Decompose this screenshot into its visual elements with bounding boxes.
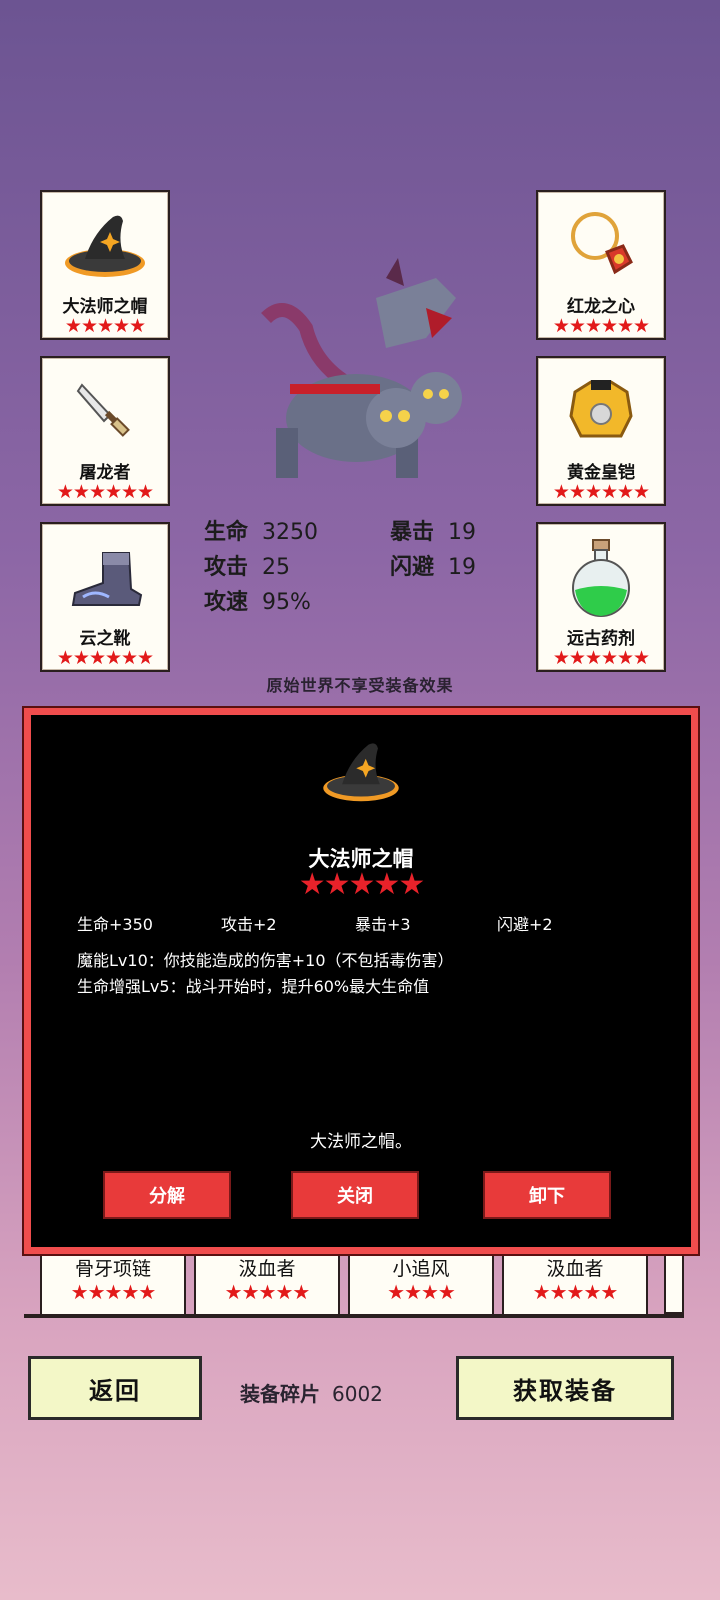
skill-line: 生命增强Lv5：战斗开始时，提升60%最大生命值	[77, 977, 430, 996]
list-item[interactable]: 汲血者 ★★★★★	[194, 1254, 340, 1316]
list-item[interactable]: 骨牙项链 ★★★★★	[40, 1254, 186, 1316]
stat-value: 25	[262, 555, 291, 580]
item-stars: ★★★★★	[298, 867, 425, 902]
equip-slot-weapon[interactable]: 屠龙者 ★★★★★★	[40, 356, 170, 506]
equip-stars: ★★★★★	[64, 315, 146, 337]
equip-name: 远古药剂	[567, 629, 635, 649]
equip-stars: ★★★★★★	[56, 481, 154, 503]
equip-stars: ★★★★★★	[56, 647, 154, 669]
dagger-icon	[42, 370, 168, 454]
list-item-stars: ★★★★★	[224, 1280, 311, 1304]
stat-aspd: 攻速 95%	[204, 584, 311, 616]
equip-name: 黄金皇铠	[567, 463, 635, 483]
stat-value: 3250	[262, 520, 319, 545]
bonus-dodge: 闪避+2	[497, 915, 553, 934]
item-description: 大法师之帽。	[310, 1132, 412, 1152]
stat-dodge: 闪避 19	[390, 549, 476, 581]
shards-value: 6002	[332, 1382, 383, 1406]
potion-icon	[538, 536, 664, 620]
stat-label: 闪避	[390, 555, 435, 580]
stat-value: 95%	[262, 590, 311, 615]
unequip-button[interactable]: 卸下	[483, 1171, 611, 1219]
equip-name: 大法师之帽	[62, 297, 148, 317]
equip-slot-hat[interactable]: 大法师之帽 ★★★★★	[40, 190, 170, 340]
stat-value: 19	[448, 520, 477, 545]
back-button[interactable]: 返回	[28, 1356, 202, 1420]
equip-slot-potion[interactable]: 远古药剂 ★★★★★★	[536, 522, 666, 672]
wizard-hat-icon	[42, 204, 168, 288]
armor-icon	[538, 370, 664, 454]
stat-hp: 生命 3250	[204, 514, 318, 546]
shards-label: 装备碎片	[240, 1382, 320, 1406]
close-button[interactable]: 关闭	[291, 1171, 419, 1219]
list-divider	[24, 1314, 684, 1318]
equip-slot-amulet[interactable]: 红龙之心 ★★★★★★	[536, 190, 666, 340]
equipment-note: 原始世界不享受装备效果	[266, 676, 454, 695]
item-detail-panel: 大法师之帽 ★★★★★ 生命+350 攻击+2 暴击+3 闪避+2 魔能Lv10…	[22, 706, 700, 1256]
equip-stars: ★★★★★★	[552, 481, 650, 503]
equip-name: 红龙之心	[567, 297, 635, 317]
shards-counter: 装备碎片 6002	[240, 1378, 383, 1407]
skill-line: 魔能Lv10：你技能造成的伤害+10（不包括毒伤害）	[77, 951, 454, 970]
list-item-stars: ★★★★★	[532, 1280, 619, 1304]
equip-slot-armor[interactable]: 黄金皇铠 ★★★★★★	[536, 356, 666, 506]
list-item-stars: ★★★★★	[70, 1280, 157, 1304]
equip-stars: ★★★★★★	[552, 315, 650, 337]
stat-atk: 攻击 25	[204, 549, 290, 581]
stat-label: 攻击	[204, 555, 249, 580]
equip-name: 云之靴	[79, 629, 131, 649]
list-item-stars: ★★★★	[387, 1280, 456, 1304]
bonus-crit: 暴击+3	[355, 915, 411, 934]
list-item-name: 骨牙项链	[74, 1258, 151, 1280]
boot-icon	[42, 536, 168, 620]
bonus-hp: 生命+350	[77, 915, 153, 934]
get-equipment-button[interactable]: 获取装备	[456, 1356, 674, 1420]
list-item-name: 汲血者	[238, 1258, 296, 1280]
list-item-name: 汲血者	[546, 1258, 604, 1280]
amulet-icon	[538, 204, 664, 288]
list-scroll-edge	[664, 1254, 684, 1314]
stat-label: 攻速	[204, 590, 249, 615]
list-item[interactable]: 汲血者 ★★★★★	[502, 1254, 648, 1316]
list-item[interactable]: 小追风 ★★★★	[348, 1254, 494, 1316]
equip-stars: ★★★★★★	[552, 647, 650, 669]
stat-label: 暴击	[390, 520, 435, 545]
equip-name: 屠龙者	[79, 463, 131, 483]
wizard-hat-icon	[31, 739, 691, 805]
list-item-name: 小追风	[392, 1258, 450, 1280]
hero-sprite	[246, 258, 476, 490]
decompose-button[interactable]: 分解	[103, 1171, 231, 1219]
bonus-atk: 攻击+2	[221, 915, 277, 934]
stat-label: 生命	[204, 520, 249, 545]
equip-slot-boots[interactable]: 云之靴 ★★★★★★	[40, 522, 170, 672]
stat-crit: 暴击 19	[390, 514, 476, 546]
stat-value: 19	[448, 555, 477, 580]
